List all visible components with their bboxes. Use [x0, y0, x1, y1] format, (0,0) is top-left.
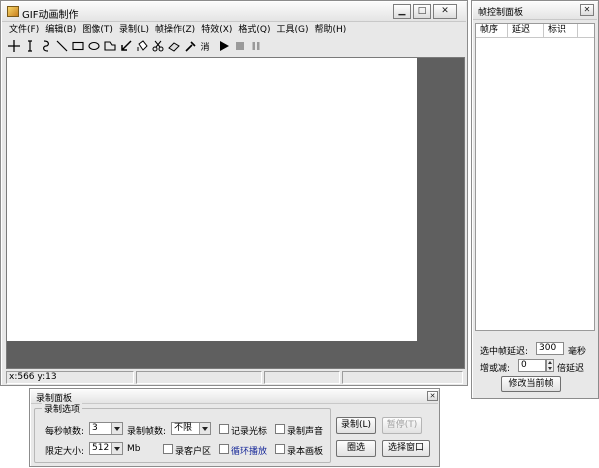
- frames-value: 不限: [174, 423, 193, 433]
- chevron-down-icon: [199, 423, 210, 434]
- pause-icon[interactable]: [248, 38, 264, 54]
- frame-control-panel: 帧控制面板 ✕ 帧序 延迟 标识 选中帧延迟: 300 毫秒 增或减: 0 倍延…: [471, 0, 599, 399]
- size-unit: Mb: [127, 444, 141, 454]
- app-icon: [7, 6, 19, 17]
- fps-label: 每秒帧数:: [45, 427, 85, 437]
- size-label: 限定大小:: [45, 447, 85, 457]
- arrow-icon[interactable]: [118, 38, 134, 54]
- pause-button[interactable]: 暂停(T): [382, 417, 422, 434]
- record-cursor-label: 记录光标: [231, 427, 268, 437]
- frame-list-header: 帧序 延迟 标识: [476, 24, 594, 38]
- toolbar: 消: [6, 38, 264, 54]
- menu-tools[interactable]: 工具(G): [274, 23, 312, 37]
- drawing-canvas[interactable]: [7, 58, 417, 341]
- status-panel-4: [342, 371, 463, 384]
- menu-image[interactable]: 图像(T): [79, 23, 116, 37]
- delay-unit-label: 毫秒: [568, 347, 587, 357]
- close-button[interactable]: ✕: [433, 4, 457, 19]
- canvas-area: [6, 57, 465, 369]
- status-coords: x:566 y:13: [6, 371, 134, 384]
- fps-select[interactable]: 3: [89, 422, 123, 435]
- clear-text-button[interactable]: 消: [198, 38, 212, 54]
- column-tag[interactable]: 标识: [544, 24, 578, 37]
- record-sound-checkbox[interactable]: [275, 424, 285, 434]
- fill-bucket-icon[interactable]: [134, 38, 150, 54]
- polygon-icon[interactable]: [102, 38, 118, 54]
- fps-value: 3: [92, 423, 98, 433]
- scale-unit-label: 倍延迟: [557, 364, 585, 374]
- record-canvas-checkbox[interactable]: [275, 444, 285, 454]
- record-panel: 录制面板 ✕ 录制选项 每秒帧数: 3 录制帧数: 不限 记录光标 录制声音 限…: [29, 388, 440, 467]
- curve-icon[interactable]: [38, 38, 54, 54]
- scale-label: 增或减:: [480, 364, 511, 374]
- loop-play-label[interactable]: 循环播放: [231, 444, 267, 457]
- record-canvas-label: 录本画板: [287, 447, 324, 457]
- maximize-button[interactable]: □: [413, 4, 431, 19]
- text-cursor-icon[interactable]: [22, 38, 38, 54]
- stop-icon[interactable]: [232, 38, 248, 54]
- minimize-button[interactable]: ▁: [393, 4, 411, 19]
- status-panel-2: [136, 371, 262, 384]
- scale-input[interactable]: 0: [518, 359, 546, 372]
- menu-edit[interactable]: 编辑(B): [42, 23, 79, 37]
- select-area-button[interactable]: 圈选: [336, 440, 376, 457]
- column-frame-order[interactable]: 帧序: [476, 24, 508, 37]
- frame-panel-close-button[interactable]: ✕: [580, 4, 594, 16]
- modify-frame-button[interactable]: 修改当前帧: [501, 376, 561, 392]
- client-area-checkbox[interactable]: [163, 444, 173, 454]
- record-button[interactable]: 录制(L): [336, 417, 376, 434]
- frame-list[interactable]: 帧序 延迟 标识: [475, 23, 595, 331]
- play-icon[interactable]: [216, 38, 232, 54]
- scissors-icon[interactable]: [150, 38, 166, 54]
- window-title: GIF动画制作: [22, 10, 79, 21]
- rectangle-icon[interactable]: [70, 38, 86, 54]
- column-delay[interactable]: 延迟: [508, 24, 544, 37]
- statusbar: x:566 y:13: [6, 371, 465, 384]
- loop-play-checkbox[interactable]: [219, 444, 229, 454]
- frame-panel-titlebar[interactable]: 帧控制面板 ✕: [473, 2, 597, 20]
- crosshair-icon[interactable]: [6, 38, 22, 54]
- chevron-down-icon: [111, 423, 122, 434]
- frames-select[interactable]: 不限: [171, 422, 211, 435]
- size-select[interactable]: 512: [89, 442, 123, 455]
- frame-panel-title: 帧控制面板: [478, 8, 524, 18]
- client-area-label: 录客户区: [175, 447, 212, 457]
- record-cursor-checkbox[interactable]: [219, 424, 229, 434]
- status-panel-3: [264, 371, 340, 384]
- record-options-title: 录制选项: [42, 402, 83, 415]
- frames-label: 录制帧数:: [127, 427, 167, 437]
- menu-file[interactable]: 文件(F): [6, 23, 42, 37]
- menu-help[interactable]: 帮助(H): [312, 23, 350, 37]
- menubar: 文件(F) 编辑(B) 图像(T) 录制(L) 帧操作(Z) 特效(X) 格式(…: [6, 23, 349, 37]
- scale-spinner[interactable]: [546, 359, 554, 372]
- selected-delay-input[interactable]: 300: [536, 342, 564, 355]
- record-panel-close-button[interactable]: ✕: [427, 391, 438, 401]
- size-value: 512: [92, 443, 110, 453]
- main-window: GIF动画制作 ▁ □ ✕ 文件(F) 编辑(B) 图像(T) 录制(L) 帧操…: [0, 0, 468, 386]
- selected-delay-label: 选中帧延迟:: [480, 347, 529, 357]
- chevron-down-icon: [111, 443, 122, 454]
- eraser-icon[interactable]: [166, 38, 182, 54]
- line-icon[interactable]: [54, 38, 70, 54]
- menu-frame[interactable]: 帧操作(Z): [152, 23, 198, 37]
- record-sound-label: 录制声音: [287, 427, 324, 437]
- menu-effects[interactable]: 特效(X): [198, 23, 235, 37]
- menu-record[interactable]: 录制(L): [116, 23, 152, 37]
- menu-format[interactable]: 格式(Q): [235, 23, 273, 37]
- select-window-button[interactable]: 选择窗口: [382, 440, 430, 457]
- main-titlebar[interactable]: GIF动画制作 ▁ □ ✕: [2, 2, 466, 22]
- record-panel-titlebar[interactable]: 录制面板 ✕: [31, 390, 438, 404]
- eyedropper-icon[interactable]: [182, 38, 198, 54]
- ellipse-icon[interactable]: [86, 38, 102, 54]
